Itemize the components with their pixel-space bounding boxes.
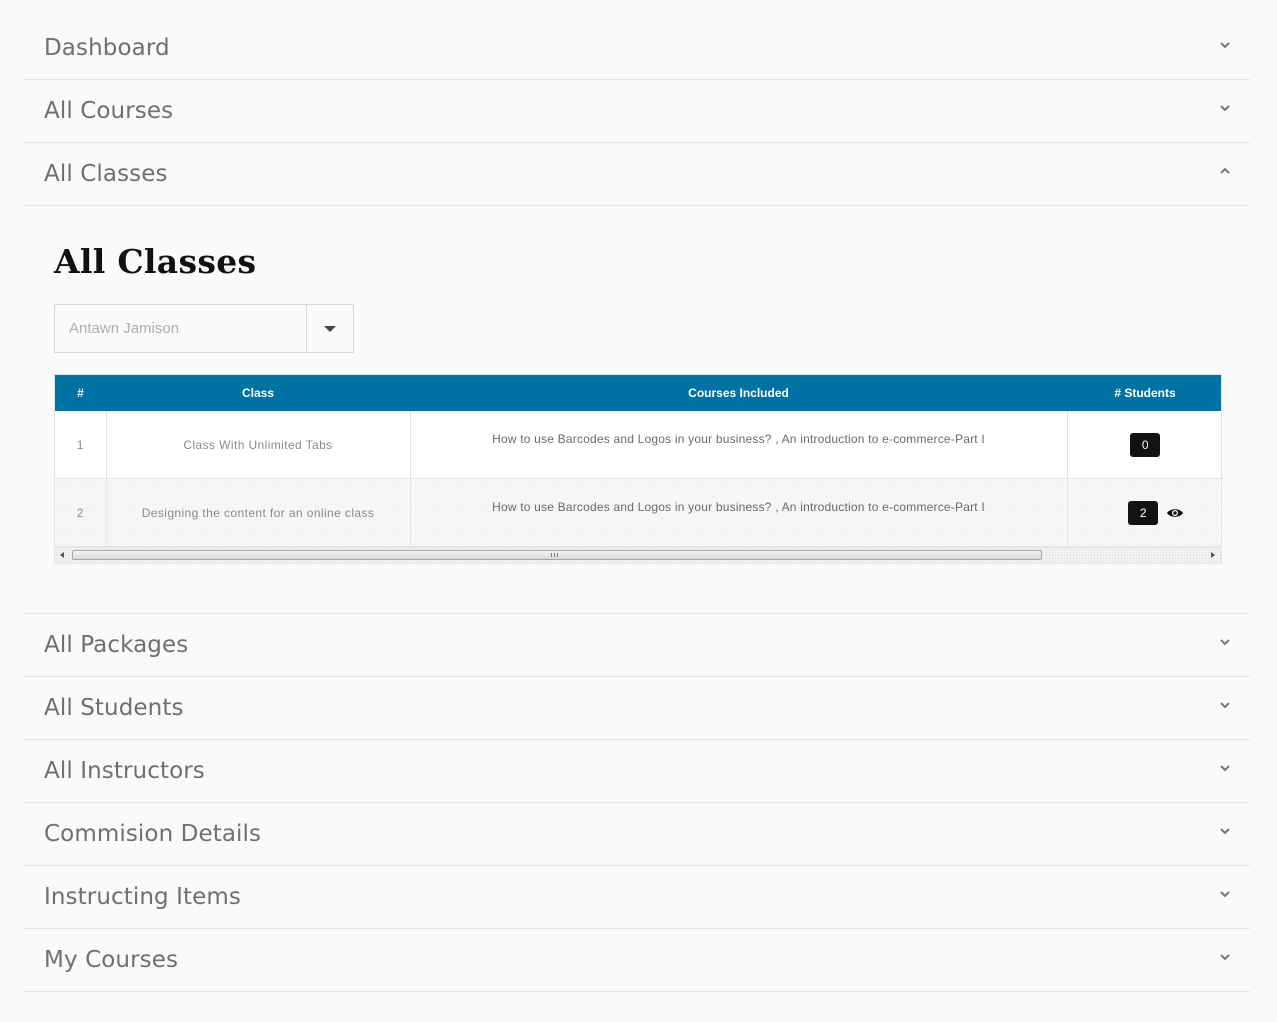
student-count-badge: 2 bbox=[1128, 500, 1159, 525]
students-cell: 2 bbox=[1067, 478, 1221, 547]
row-number: 1 bbox=[55, 411, 107, 479]
accordion-item-label: All Courses bbox=[44, 98, 174, 124]
chevron-down-icon bbox=[1220, 639, 1230, 646]
row-number: 2 bbox=[55, 478, 107, 547]
classes-table-container: # Class Courses Included # Students 1 Cl… bbox=[54, 374, 1222, 564]
classes-table: # Class Courses Included # Students 1 Cl… bbox=[55, 375, 1221, 547]
eye-icon[interactable] bbox=[1166, 507, 1184, 519]
accordion-item-label: All Packages bbox=[44, 632, 189, 658]
all-classes-panel: All Classes Antawn Jamison # Class Cours… bbox=[24, 206, 1250, 614]
accordion-item-dashboard[interactable]: Dashboard bbox=[24, 17, 1250, 80]
chevron-down-icon bbox=[1220, 702, 1230, 709]
instructor-select-value: Antawn Jamison bbox=[69, 320, 180, 337]
column-header-students[interactable]: # Students bbox=[1067, 375, 1221, 411]
column-header-number[interactable]: # bbox=[55, 375, 106, 411]
table-header-row: # Class Courses Included # Students bbox=[55, 375, 1221, 411]
accordion-item-label: All Instructors bbox=[44, 758, 205, 784]
select-toggle-button[interactable] bbox=[306, 305, 353, 352]
chevron-down-icon bbox=[1220, 954, 1230, 961]
accordion-item-instructing-items[interactable]: Instructing Items bbox=[24, 866, 1250, 929]
accordion-item-label: Dashboard bbox=[44, 35, 170, 61]
chevron-down-icon bbox=[1220, 765, 1230, 772]
scrollbar-thumb[interactable] bbox=[72, 550, 1042, 560]
chevron-down-icon bbox=[1220, 105, 1230, 112]
courses-included: How to use Barcodes and Logos in your bu… bbox=[410, 478, 1068, 547]
accordion-item-all-classes[interactable]: All Classes bbox=[24, 143, 1250, 206]
chevron-down-icon bbox=[1220, 828, 1230, 835]
accordion-item-label: All Classes bbox=[44, 161, 168, 187]
table-row: 2 Designing the content for an online cl… bbox=[55, 478, 1221, 547]
instructor-select[interactable]: Antawn Jamison bbox=[54, 304, 354, 353]
scroll-left-icon[interactable] bbox=[60, 552, 64, 558]
accordion-item-label: Commision Details bbox=[44, 821, 262, 847]
accordion-item-all-instructors[interactable]: All Instructors bbox=[24, 740, 1250, 803]
accordion-menu: Dashboard All Courses All Classes All Cl… bbox=[24, 17, 1250, 992]
accordion-item-commision-details[interactable]: Commision Details bbox=[24, 803, 1250, 866]
student-count-badge: 0 bbox=[1130, 432, 1161, 457]
accordion-item-my-courses[interactable]: My Courses bbox=[24, 929, 1250, 992]
accordion-item-label: Instructing Items bbox=[44, 884, 241, 910]
table-row: 1 Class With Unlimited Tabs How to use B… bbox=[55, 411, 1221, 479]
column-header-class[interactable]: Class bbox=[106, 375, 410, 411]
accordion-item-label: All Students bbox=[44, 695, 184, 721]
class-name: Class With Unlimited Tabs bbox=[106, 411, 411, 479]
accordion-item-label: My Courses bbox=[44, 947, 179, 973]
panel-title: All Classes bbox=[54, 242, 257, 281]
chevron-down-icon bbox=[1220, 891, 1230, 898]
column-header-courses[interactable]: Courses Included bbox=[410, 375, 1067, 411]
accordion-item-all-courses[interactable]: All Courses bbox=[24, 80, 1250, 143]
accordion-item-all-students[interactable]: All Students bbox=[24, 677, 1250, 740]
chevron-down-icon bbox=[1220, 42, 1230, 49]
grip-icon bbox=[551, 553, 559, 557]
chevron-up-icon bbox=[1220, 167, 1230, 174]
accordion-item-all-packages[interactable]: All Packages bbox=[24, 614, 1250, 677]
students-cell: 0 bbox=[1067, 411, 1221, 479]
class-name: Designing the content for an online clas… bbox=[106, 478, 411, 547]
courses-included: How to use Barcodes and Logos in your bu… bbox=[410, 411, 1068, 479]
caret-down-icon bbox=[324, 326, 336, 332]
horizontal-scrollbar[interactable] bbox=[55, 547, 1221, 563]
scroll-right-icon[interactable] bbox=[1211, 552, 1215, 558]
